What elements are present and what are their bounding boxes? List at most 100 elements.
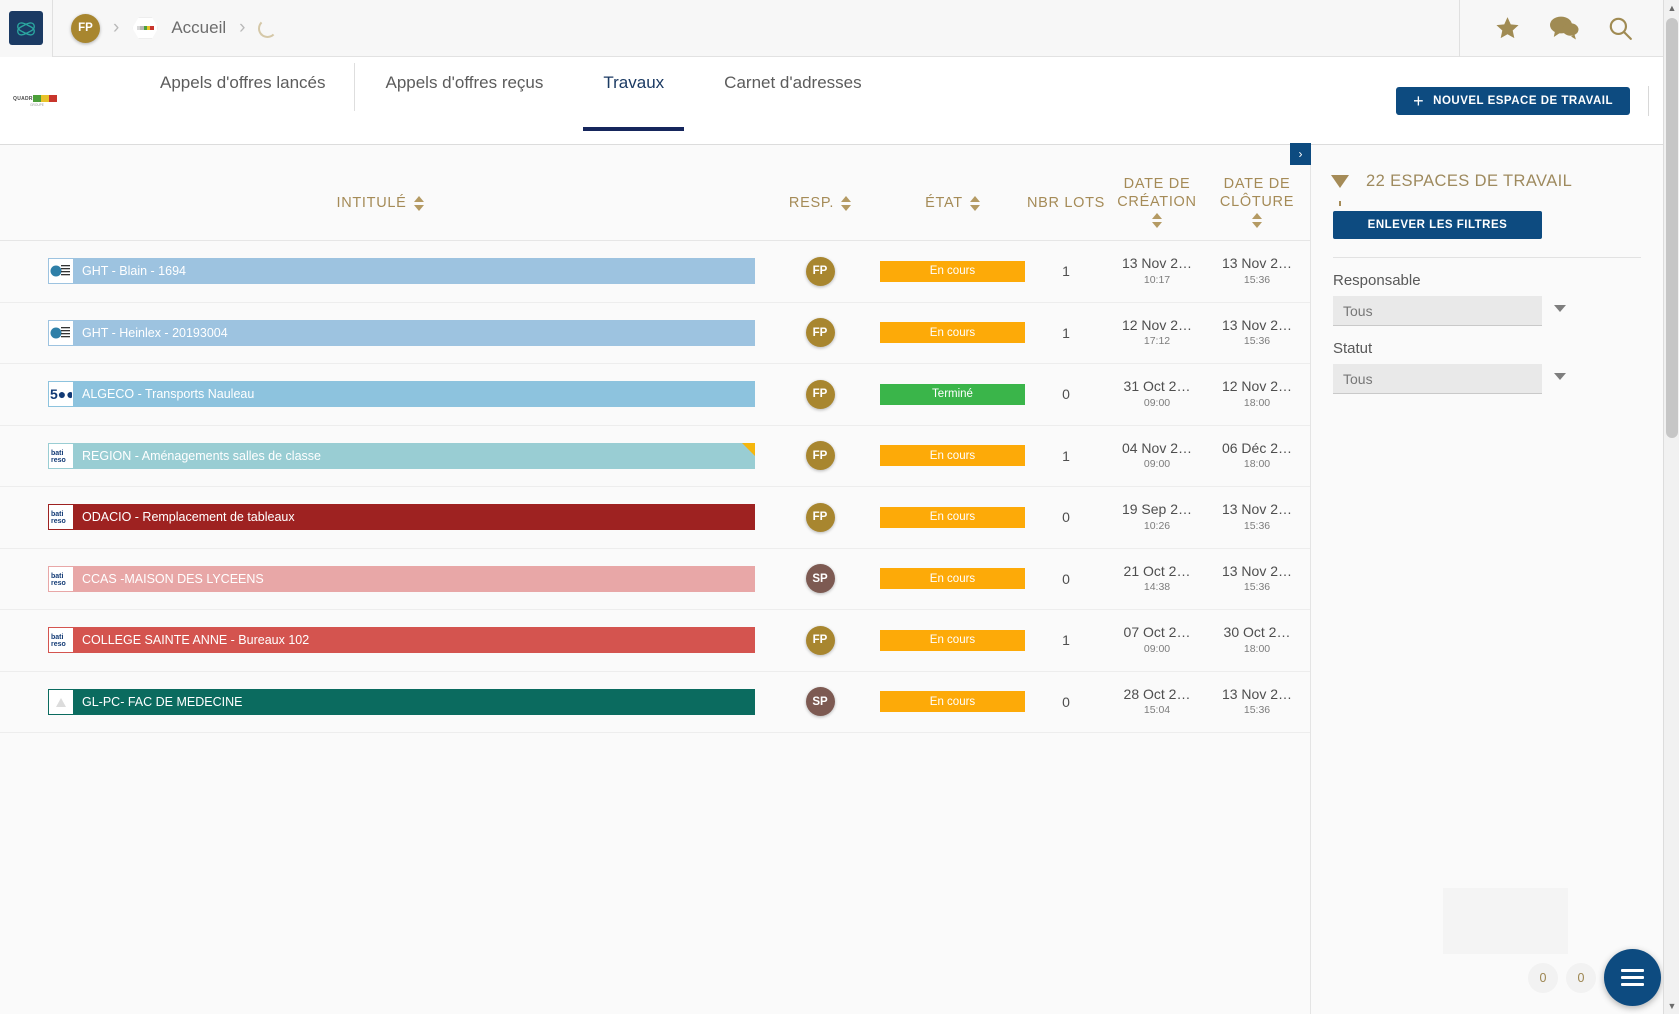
filter-panel-header: 22 ESPACES DE TRAVAIL	[1311, 145, 1663, 206]
scrollbar-thumb[interactable]	[1666, 18, 1678, 438]
responsable-avatar[interactable]: FP	[805, 318, 835, 348]
workspace-pill[interactable]: GHT - Heinlex - 20193004	[48, 319, 755, 346]
table-row[interactable]: GHT - Blain - 1694 FP En cours 1 13 Nov 2… 10…	[0, 241, 1310, 303]
cell-date-cloture: 13 Nov 2… 15:36	[1207, 317, 1307, 349]
sort-toggle-date-creation[interactable]	[1152, 213, 1162, 228]
table-row[interactable]: GHT - Heinlex - 20193004 FP En cours 1 12 No…	[0, 302, 1310, 364]
collapse-panel-button[interactable]: ›	[1290, 143, 1311, 165]
responsable-avatar[interactable]: FP	[805, 441, 835, 471]
app-logo[interactable]	[0, 0, 52, 57]
counter-badge-right[interactable]: 0	[1566, 962, 1596, 993]
sort-asc-icon	[413, 196, 424, 203]
responsable-avatar[interactable]: FP	[805, 256, 835, 286]
sort-toggle-intitule[interactable]	[413, 196, 424, 212]
status-badge: Terminé	[880, 383, 1025, 405]
sort-desc-icon	[413, 205, 424, 212]
cell-date-cloture: 13 Nov 2… 15:36	[1207, 686, 1307, 718]
responsable-avatar[interactable]: FP	[805, 379, 835, 409]
breadcrumb-home-link[interactable]: Accueil	[171, 18, 226, 38]
scroll-up-icon[interactable]: ▲	[1664, 0, 1679, 16]
main-tabs: Appels d'offres lancés Appels d'offres r…	[130, 57, 892, 145]
time-value: 09:00	[1143, 458, 1171, 471]
remove-filters-button[interactable]: ENLEVER LES FILTRES	[1333, 211, 1542, 239]
sort-toggle-etat[interactable]	[969, 196, 980, 212]
status-badge: En cours	[880, 629, 1025, 651]
menu-fab-button[interactable]	[1604, 949, 1661, 1006]
time-value: 18:00	[1243, 396, 1271, 409]
column-header-date-creation[interactable]: DATE DE CRÉATION	[1107, 176, 1207, 240]
chat-icon[interactable]	[1549, 15, 1579, 41]
workspace-count-title: 22 ESPACES DE TRAVAIL	[1366, 172, 1573, 190]
tab-appels-offres-recus[interactable]: Appels d'offres reçus	[355, 57, 573, 115]
workspace-pill[interactable]: bati reso COLLEGE SAINTE ANNE - Bureaux 10…	[48, 627, 755, 654]
tab-carnet-adresses[interactable]: Carnet d'adresses	[694, 57, 891, 115]
user-avatar[interactable]: FP	[71, 13, 100, 43]
sort-toggle-date-cloture[interactable]	[1252, 213, 1262, 228]
cell-intitule: bati reso CCAS -MAISON DES LYCEENS	[0, 565, 760, 592]
responsable-avatar[interactable]: FP	[805, 502, 835, 532]
date-value: 13 Nov 2…	[1221, 316, 1293, 333]
statut-select[interactable]: Tous	[1333, 364, 1566, 394]
workspace-pill[interactable]: bati reso CCAS -MAISON DES LYCEENS	[48, 565, 755, 592]
time-value: 15:36	[1243, 335, 1271, 348]
workspace-pill[interactable]: bati reso ODACIO - Remplacement de tableau…	[48, 504, 755, 531]
tab-active-underline	[583, 127, 685, 131]
cell-intitule: bati reso COLLEGE SAINTE ANNE - Bureaux 10…	[0, 627, 760, 654]
cell-etat: En cours	[880, 260, 1025, 282]
search-icon[interactable]	[1607, 15, 1633, 41]
counter-badge-left[interactable]: 0	[1528, 962, 1558, 993]
column-header-date-cloture[interactable]: DATE DE CLÔTURE	[1207, 176, 1307, 240]
workspace-pill[interactable]: bati reso REGION - Aménagements salles de …	[48, 442, 755, 469]
page-scrollbar[interactable]: ▲ ▼	[1663, 0, 1679, 1014]
date-value: 06 Déc 2…	[1221, 439, 1293, 456]
responsable-avatar[interactable]: FP	[805, 625, 835, 655]
time-value: 18:00	[1243, 458, 1271, 471]
table-row[interactable]: GL-PC- FAC DE MEDECINE SP En cours 0 28 Oct …	[0, 671, 1310, 733]
cell-nbr-lots: 0	[1062, 570, 1070, 587]
workspace-title: REGION - Aménagements salles de classe	[82, 448, 321, 463]
table-row[interactable]: bati reso CCAS -MAISON DES LYCEENS SP En cou…	[0, 548, 1310, 610]
sort-toggle-resp[interactable]	[841, 196, 852, 212]
table-row[interactable]: 5●● ALGECO - Transports Nauleau FP Terminé 0…	[0, 364, 1310, 426]
table-row[interactable]: bati reso COLLEGE SAINTE ANNE - Bureaux 10…	[0, 610, 1310, 672]
table-row[interactable]: bati reso ODACIO - Remplacement de tableau…	[0, 487, 1310, 549]
responsable-avatar[interactable]: SP	[805, 687, 835, 717]
status-badge: En cours	[880, 260, 1025, 282]
cell-date-cloture: 06 Déc 2… 18:00	[1207, 440, 1307, 472]
table-row[interactable]: bati reso REGION - Aménagements salles de …	[0, 425, 1310, 487]
workspace-pill[interactable]: GHT - Blain - 1694	[48, 258, 755, 285]
cell-intitule: GL-PC- FAC DE MEDECINE	[0, 688, 760, 715]
hamburger-line	[1621, 983, 1644, 986]
batireso-logo: bati reso	[49, 566, 73, 591]
cell-date-creation: 28 Oct 2… 15:04	[1107, 686, 1207, 718]
column-header-resp[interactable]: RESP.	[760, 195, 880, 240]
star-icon[interactable]	[1494, 15, 1521, 41]
date-value: 04 Nov 2…	[1121, 439, 1193, 456]
chevron-down-icon[interactable]	[1554, 373, 1566, 380]
column-header-intitule[interactable]: INTITULÉ	[0, 195, 760, 240]
column-header-etat[interactable]: ÉTAT	[880, 195, 1025, 240]
tab-bar: QUADR GROUPE Appels d'offres lancés Appe…	[0, 57, 1663, 145]
cell-date-creation: 12 Nov 2… 17:12	[1107, 317, 1207, 349]
workspace-pill[interactable]: 5●● ALGECO - Transports Nauleau	[48, 381, 755, 408]
responsable-select[interactable]: Tous	[1333, 296, 1566, 326]
new-workspace-button[interactable]: + NOUVEL ESPACE DE TRAVAIL	[1396, 87, 1630, 115]
scroll-down-icon[interactable]: ▼	[1664, 998, 1679, 1014]
tab-appels-offres-lances[interactable]: Appels d'offres lancés	[130, 57, 356, 115]
workspace-pill[interactable]: GL-PC- FAC DE MEDECINE	[48, 688, 755, 715]
topbar-actions	[1459, 0, 1663, 57]
priority-flag-icon	[742, 442, 755, 456]
sort-desc-icon	[1252, 222, 1262, 228]
column-header-label-line1: DATE DE	[1123, 175, 1191, 192]
loading-spinner-icon	[258, 18, 278, 38]
tab-travaux[interactable]: Travaux	[573, 57, 694, 131]
chevron-down-icon[interactable]	[1554, 305, 1566, 312]
floating-actions: 0 0	[1528, 949, 1661, 1006]
date-value: 12 Nov 2…	[1221, 378, 1293, 395]
column-header-nbr-lots: NBR LOTS	[1025, 195, 1107, 240]
date-value: 31 Oct 2…	[1123, 378, 1191, 395]
cell-intitule: bati reso ODACIO - Remplacement de tableau…	[0, 504, 760, 531]
responsable-value: Tous	[1343, 302, 1373, 319]
responsable-avatar[interactable]: SP	[805, 564, 835, 594]
time-value: 15:36	[1243, 581, 1271, 594]
